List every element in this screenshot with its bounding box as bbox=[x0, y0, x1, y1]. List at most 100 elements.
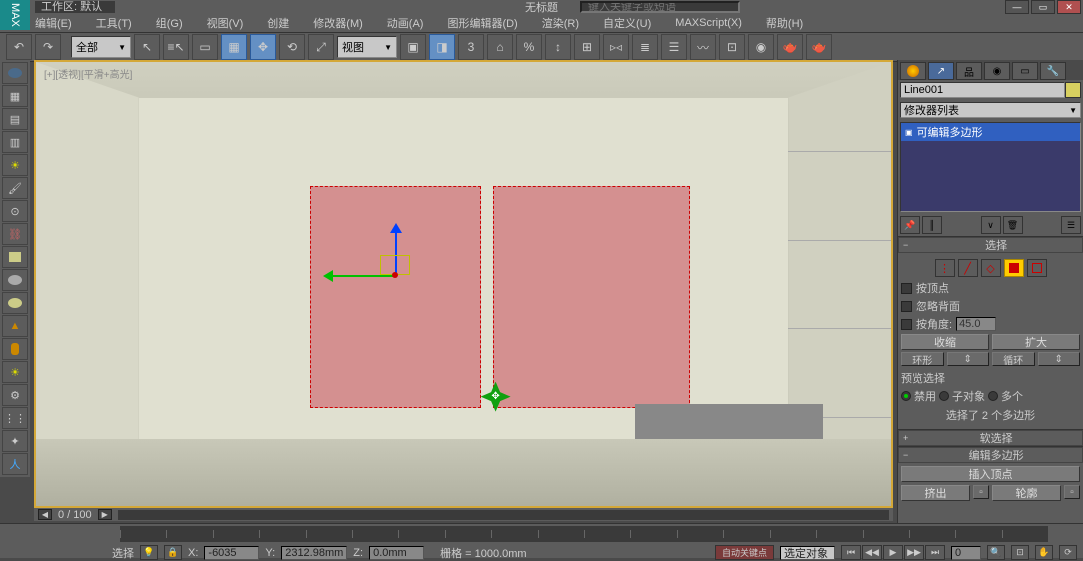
preview-subobj-radio[interactable] bbox=[939, 391, 949, 401]
select-object-button[interactable]: ↖ bbox=[134, 34, 160, 60]
editpoly-rollout-header[interactable]: −编辑多边形 bbox=[898, 447, 1083, 463]
display-tab[interactable]: ▭ bbox=[1012, 62, 1038, 80]
hierarchy-tab[interactable]: 品 bbox=[956, 62, 982, 80]
move-button[interactable]: ✥ bbox=[250, 34, 276, 60]
menu-views[interactable]: 视图(V) bbox=[207, 15, 244, 31]
menu-group[interactable]: 组(G) bbox=[156, 15, 183, 31]
window-crossing-button[interactable]: ▦ bbox=[221, 34, 247, 60]
graphite-poly-button[interactable]: ▦ bbox=[2, 85, 28, 107]
extrude-button[interactable]: 挤出 bbox=[901, 485, 970, 501]
layers-button[interactable]: ☰ bbox=[661, 34, 687, 60]
expand-icon[interactable]: ▣ bbox=[905, 128, 913, 137]
menu-tools[interactable]: 工具(T) bbox=[96, 15, 132, 31]
make-unique-button[interactable]: ∨ bbox=[981, 216, 1001, 234]
select-manipulate-button[interactable]: ◨ bbox=[429, 34, 455, 60]
scale-button[interactable]: ⤢ bbox=[308, 34, 334, 60]
render-setup-button[interactable]: 🫖 bbox=[777, 34, 803, 60]
close-button[interactable]: ✕ bbox=[1057, 0, 1081, 14]
preview-off-radio[interactable] bbox=[901, 391, 911, 401]
menu-customize[interactable]: 自定义(U) bbox=[603, 15, 651, 31]
preview-multi-radio[interactable] bbox=[988, 391, 998, 401]
spinner-snap-button[interactable]: ↕ bbox=[545, 34, 571, 60]
perspective-viewport[interactable]: [+][透视][平滑+高光] ✥ bbox=[34, 60, 893, 508]
modify-tab[interactable]: ↗ bbox=[928, 62, 954, 80]
menu-create[interactable]: 创建 bbox=[267, 15, 289, 31]
shrink-button[interactable]: 收缩 bbox=[901, 334, 989, 350]
angle-spinner[interactable]: 45.0 bbox=[956, 317, 996, 331]
pin-stack-button[interactable]: 📌 bbox=[900, 216, 920, 234]
schematic-button[interactable]: ⊡ bbox=[719, 34, 745, 60]
mirror-button[interactable]: ▹◃ bbox=[603, 34, 629, 60]
sphere2-icon[interactable] bbox=[2, 292, 28, 314]
percent-snap-button[interactable]: % bbox=[516, 34, 542, 60]
menu-rendering[interactable]: 渲染(R) bbox=[542, 15, 579, 31]
gear-icon[interactable]: ⚙ bbox=[2, 384, 28, 406]
menu-modifiers[interactable]: 修改器(M) bbox=[313, 15, 363, 31]
time-slider-track[interactable] bbox=[118, 510, 889, 520]
modifier-stack[interactable]: ▣ 可编辑多边形 bbox=[900, 122, 1081, 212]
softsel-rollout-header[interactable]: +软选择 bbox=[898, 430, 1083, 446]
undo-button[interactable]: ↶ bbox=[6, 34, 32, 60]
rotate-button[interactable]: ⟲ bbox=[279, 34, 305, 60]
minimize-button[interactable]: — bbox=[1005, 0, 1029, 14]
create-tab[interactable] bbox=[900, 62, 926, 80]
angle-snap-button[interactable]: ⌂ bbox=[487, 34, 513, 60]
edge-subobj-button[interactable]: ╱ bbox=[958, 259, 978, 277]
current-frame-field[interactable]: 0 bbox=[951, 546, 981, 560]
timeline-track[interactable] bbox=[120, 526, 1048, 542]
named-sets-button[interactable]: ⊞ bbox=[574, 34, 600, 60]
redo-button[interactable]: ↷ bbox=[35, 34, 61, 60]
sphere-prim-icon[interactable] bbox=[2, 269, 28, 291]
box-prim-icon[interactable] bbox=[2, 246, 28, 268]
paint-icon[interactable]: 🖌 bbox=[2, 177, 28, 199]
element-subobj-button[interactable] bbox=[1027, 259, 1047, 277]
extrude-settings-button[interactable]: ▫ bbox=[973, 485, 989, 499]
curve-editor-button[interactable]: 〰 bbox=[690, 34, 716, 60]
selection-filter-dropdown[interactable]: 全部▼ bbox=[71, 36, 131, 58]
polygon-subobj-button[interactable] bbox=[1004, 259, 1024, 277]
rect-region-button[interactable]: ▭ bbox=[192, 34, 218, 60]
selection-rollout-header[interactable]: −选择 bbox=[898, 237, 1083, 253]
outline-button[interactable]: 轮廓 bbox=[992, 485, 1061, 501]
border-subobj-button[interactable]: ◇ bbox=[981, 259, 1001, 277]
light-icon[interactable]: ☀ bbox=[2, 154, 28, 176]
z-coord-field[interactable]: 0.0mm bbox=[369, 546, 424, 560]
modifier-list-dropdown[interactable]: 修改器列表▼ bbox=[900, 102, 1081, 118]
select-by-name-button[interactable]: ≡↖ bbox=[163, 34, 189, 60]
cylinder-icon[interactable] bbox=[2, 338, 28, 360]
link-icon[interactable]: ⛓ bbox=[2, 223, 28, 245]
menu-animation[interactable]: 动画(A) bbox=[387, 15, 424, 31]
menu-maxscript[interactable]: MAXScript(X) bbox=[675, 17, 742, 29]
sun-icon[interactable]: ☀ bbox=[2, 361, 28, 383]
configure-sets-button[interactable]: ☰ bbox=[1061, 216, 1081, 234]
cone-prim-icon[interactable]: ▲ bbox=[2, 315, 28, 337]
time-prev-button[interactable]: ◀ bbox=[38, 509, 52, 520]
utilities-tab[interactable]: 🔧 bbox=[1040, 62, 1066, 80]
selected-polygon-2[interactable] bbox=[493, 186, 690, 408]
teapot-icon[interactable] bbox=[2, 62, 28, 84]
vertex-subobj-button[interactable]: ⋮ bbox=[935, 259, 955, 277]
helper-icon[interactable]: ✦ bbox=[2, 430, 28, 452]
show-end-button[interactable]: ║ bbox=[922, 216, 942, 234]
insert-vertex-button[interactable]: 插入顶点 bbox=[901, 466, 1080, 482]
menu-help[interactable]: 帮助(H) bbox=[766, 15, 803, 31]
biped-icon[interactable]: 人 bbox=[2, 453, 28, 475]
graphite-freeform-button[interactable]: ▤ bbox=[2, 108, 28, 130]
ring-button[interactable]: 环形 bbox=[901, 352, 944, 366]
material-editor-button[interactable]: ◉ bbox=[748, 34, 774, 60]
loop-button[interactable]: 循环 bbox=[992, 352, 1035, 366]
object-color-swatch[interactable] bbox=[1065, 82, 1081, 98]
snap-3d-button[interactable]: 3 bbox=[458, 34, 484, 60]
remove-mod-button[interactable]: 🗑 bbox=[1003, 216, 1023, 234]
gizmo-x-axis[interactable] bbox=[325, 275, 395, 277]
object-name-input[interactable] bbox=[900, 82, 1065, 98]
maximize-button[interactable]: ▭ bbox=[1031, 0, 1055, 14]
outline-settings-button[interactable]: ▫ bbox=[1064, 485, 1080, 499]
by-angle-checkbox[interactable] bbox=[901, 319, 912, 330]
y-coord-field[interactable]: 2312.98mm bbox=[281, 546, 347, 560]
viewport-label[interactable]: [+][透视][平滑+高光] bbox=[44, 66, 132, 81]
by-vertex-checkbox[interactable] bbox=[901, 283, 912, 294]
grow-button[interactable]: 扩大 bbox=[992, 334, 1080, 350]
x-coord-field[interactable]: -6035 bbox=[204, 546, 259, 560]
loop-spinner[interactable]: ⇕ bbox=[1038, 352, 1081, 366]
